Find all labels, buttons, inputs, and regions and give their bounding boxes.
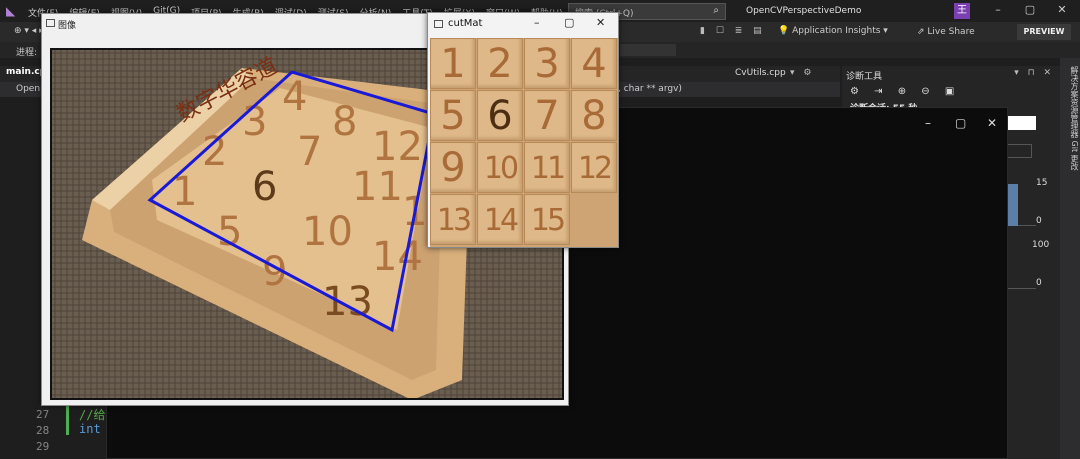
svg-text:11: 11	[352, 164, 403, 210]
close-icon[interactable]: ✕	[987, 116, 997, 130]
diag-title: 诊断工具	[846, 72, 883, 82]
puzzle-tile: 6	[477, 90, 523, 141]
puzzle-tile: 3	[524, 38, 570, 89]
search-icon: ⌕	[713, 5, 719, 16]
puzzle-tile: 7	[524, 90, 570, 141]
minimize-icon[interactable]: –	[989, 3, 1007, 16]
nav-member[interactable]: , char ** argv)	[618, 84, 682, 94]
svg-text:6: 6	[252, 164, 277, 210]
app-title: OpenCVPerspectiveDemo	[746, 6, 862, 16]
cpu-bar	[1008, 184, 1018, 226]
maximize-icon[interactable]: ▢	[1021, 3, 1039, 16]
close-icon[interactable]: ✕	[596, 16, 605, 29]
window-icon	[434, 20, 443, 28]
puzzle-tile: 15	[524, 194, 570, 245]
puzzle-tile: 1	[430, 38, 476, 89]
line-number: 28	[36, 424, 50, 437]
puzzle-tile: 8	[571, 90, 617, 141]
puzzle-tile: 2	[477, 38, 523, 89]
debug-target-icon[interactable]: ⊕ ▾ ◂ ▸	[14, 26, 44, 36]
svg-text:13: 13	[322, 279, 373, 325]
line-number: 27	[36, 408, 50, 421]
tab-actions-icon[interactable]: ▾ ⚙	[790, 68, 814, 78]
maximize-icon[interactable]: ▢	[955, 116, 966, 130]
svg-text:8: 8	[332, 99, 357, 145]
line-number: 29	[36, 440, 50, 453]
code-comment: //给	[79, 408, 106, 422]
puzzle-tile: 14	[477, 194, 523, 245]
side-tool-strip[interactable]: 解决方案资源管理器 Git 更改	[1060, 58, 1080, 459]
svg-text:7: 7	[297, 129, 322, 175]
cpu-max-label: 15	[1036, 178, 1048, 188]
vs-logo-icon: ◣	[6, 4, 16, 18]
puzzle-tile: 13	[430, 194, 476, 245]
process-dropdown[interactable]	[620, 44, 676, 56]
close-icon[interactable]: ✕	[1053, 3, 1071, 16]
cutmat-window[interactable]: cutMat – ▢ ✕ 1 2 3 4 5 6 7 8 9 10 11 12 13 14 15	[427, 12, 619, 248]
application-insights-button[interactable]: 💡 Application Insights ▾	[778, 26, 888, 36]
process-label: 进程:	[16, 48, 38, 58]
tile-grid: 1 2 3 4 5 6 7 8 9 10 11 12 13 14 15	[430, 38, 618, 247]
minimize-icon[interactable]: –	[925, 116, 931, 130]
svg-text:12: 12	[372, 124, 423, 170]
diag-toolbar-icons[interactable]: ⚙ ⇥ ⊕ ⊖ ▣	[850, 86, 960, 97]
mem-max-label: 100	[1032, 240, 1050, 250]
puzzle-tile: 10	[477, 142, 523, 193]
preview-button[interactable]: PREVIEW	[1017, 24, 1071, 40]
puzzle-tile: 11	[524, 142, 570, 193]
toolbar-icons[interactable]: ▮ ☐ ≣ ▤	[700, 26, 766, 36]
puzzle-tile: 4	[571, 38, 617, 89]
maximize-icon[interactable]: ▢	[564, 16, 574, 29]
panel-actions-icon[interactable]: ▾ ⊓ ✕	[1014, 68, 1054, 78]
image-window-title: 图像	[58, 21, 77, 31]
cutmat-window-title: cutMat	[448, 18, 483, 29]
svg-text:4: 4	[282, 74, 307, 120]
cpu-min-label: 0	[1036, 216, 1042, 226]
svg-text:2: 2	[202, 129, 227, 175]
avatar[interactable]: 王	[954, 3, 970, 19]
puzzle-tile: 12	[571, 142, 617, 193]
change-marker	[66, 405, 69, 435]
minimize-icon[interactable]: –	[534, 16, 540, 29]
window-icon	[46, 19, 55, 27]
svg-text:14: 14	[372, 234, 423, 280]
puzzle-tile: 5	[430, 90, 476, 141]
puzzle-tile: 9	[430, 142, 476, 193]
nav-scope[interactable]: Open	[16, 84, 40, 94]
svg-text:10: 10	[302, 209, 353, 255]
tab-cvutils-cpp[interactable]: CvUtils.cpp	[735, 68, 786, 78]
live-share-button[interactable]: ⇗ Live Share	[917, 27, 975, 37]
mem-min-label: 0	[1036, 278, 1042, 288]
